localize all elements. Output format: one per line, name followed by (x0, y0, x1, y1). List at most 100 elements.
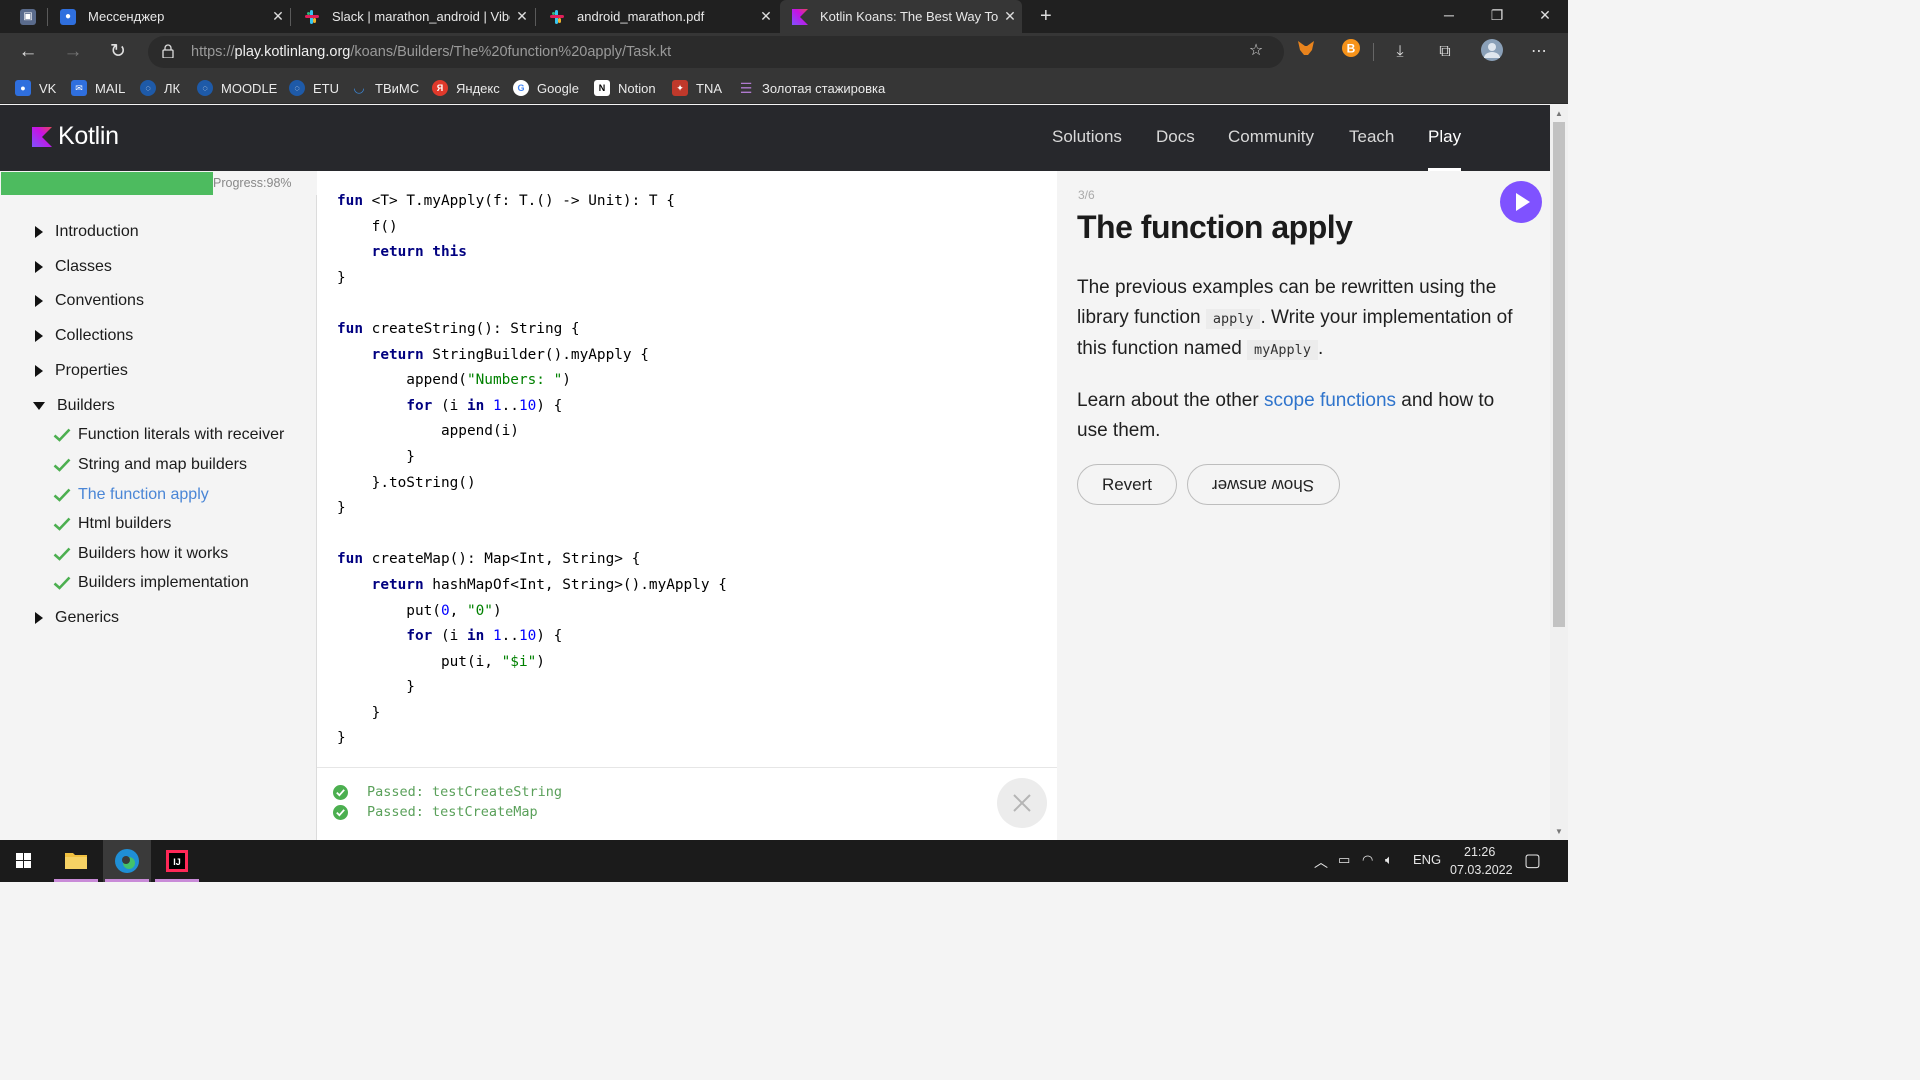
run-button[interactable] (1500, 181, 1542, 223)
checkmark-icon (53, 488, 71, 502)
bookmark-lk[interactable]: ◌ ЛК (140, 78, 180, 98)
back-button[interactable]: ← (12, 37, 44, 67)
task-string-and-map-builders[interactable]: String and map builders (53, 454, 247, 476)
task-html-builders[interactable]: Html builders (53, 513, 171, 535)
close-icon[interactable]: ✕ (510, 8, 534, 25)
tab-title: Мессенджер (88, 9, 165, 24)
clock-date[interactable]: 07.03.2022 (1450, 863, 1513, 877)
show-answer-button[interactable]: Show answer (1187, 464, 1340, 505)
tab-pdf[interactable]: android_marathon.pdf ✕ (537, 0, 778, 33)
scope-functions-link[interactable]: scope functions (1264, 390, 1396, 411)
section-properties[interactable]: Properties (33, 359, 128, 383)
language-indicator[interactable]: ENG (1413, 852, 1441, 867)
tab-messenger[interactable]: ● Мессенджер ✕ (48, 0, 290, 33)
task-builders-how-it-works[interactable]: Builders how it works (53, 543, 228, 565)
loading-ring-icon: ◡ (354, 80, 364, 95)
scroll-up-icon[interactable]: ▲ (1554, 109, 1564, 118)
task-builders-implementation[interactable]: Builders implementation (53, 572, 249, 594)
bookmark-tna[interactable]: ✦ TNA (672, 78, 722, 98)
task-function-literals-with-receiver[interactable]: Function literals with receiver (53, 424, 284, 446)
restore-button[interactable]: ❐ (1474, 0, 1520, 33)
bookmark-golden-internship[interactable]: ☰ Золотая стажировка (738, 78, 886, 98)
metamask-extension-icon[interactable] (1292, 38, 1320, 66)
taskbar-edge[interactable] (103, 840, 151, 882)
profile-avatar[interactable] (1478, 38, 1506, 66)
notion-icon: N (594, 80, 610, 96)
close-icon[interactable]: ✕ (998, 8, 1022, 25)
checkmark-icon (53, 547, 71, 561)
brand-name[interactable]: Kotlin (58, 122, 119, 151)
taskbar-file-explorer[interactable] (52, 840, 100, 882)
site-header: Kotlin Solutions Docs Community Teach Pl… (0, 105, 1550, 171)
checkmark-icon (53, 576, 71, 590)
new-tab-button[interactable]: + (1028, 0, 1058, 33)
nav-teach[interactable]: Teach (1349, 127, 1394, 147)
tab-vk[interactable]: ▣ (8, 0, 46, 33)
yandex-icon: Я (432, 80, 448, 96)
progress-fill (1, 172, 213, 195)
wifi-icon[interactable]: ◠ (1362, 852, 1373, 868)
add-favorite-icon[interactable]: ☆ (1242, 37, 1270, 65)
downloads-icon[interactable]: ⤓ (1386, 38, 1414, 66)
battery-icon[interactable]: ▭ (1338, 852, 1350, 868)
section-generics[interactable]: Generics (33, 606, 119, 630)
reload-button[interactable]: ↻ (102, 37, 134, 67)
code-text[interactable]: fun <T> T.myApply(f: T.() -> Unit): T { … (337, 189, 727, 752)
close-icon[interactable]: ✕ (754, 8, 778, 25)
task-paragraph-1: The previous examples can be rewritten u… (1077, 277, 1513, 360)
kotlin-icon (792, 8, 808, 25)
expand-icon (35, 261, 43, 273)
checkmark-icon (53, 428, 71, 442)
stripes-icon: ☰ (739, 79, 753, 96)
forward-button[interactable]: → (57, 37, 89, 67)
window-close-button[interactable]: ✕ (1522, 0, 1568, 33)
bookmark-notion[interactable]: N Notion (594, 78, 656, 98)
bookmark-yandex[interactable]: Я Яндекс (432, 78, 500, 98)
show-hidden-icons[interactable]: ︿ (1314, 852, 1328, 872)
minimize-button[interactable]: ─ (1426, 0, 1472, 33)
tab-kotlin-koans[interactable]: Kotlin Koans: The Best Way To Le ✕ (780, 0, 1022, 33)
section-introduction[interactable]: Introduction (33, 220, 139, 244)
taskbar-intellij[interactable]: IJ (153, 840, 201, 882)
scrollbar-thumb[interactable] (1553, 122, 1565, 627)
nav-solutions[interactable]: Solutions (1052, 127, 1122, 147)
tab-slack[interactable]: Slack | marathon_android | Vibel ✕ (292, 0, 534, 33)
more-menu-icon[interactable]: ⋯ (1525, 38, 1553, 66)
volume-icon[interactable]: 🔈︎ (1385, 852, 1393, 868)
section-collections[interactable]: Collections (33, 324, 133, 348)
clock-time[interactable]: 21:26 (1464, 845, 1495, 859)
nav-docs[interactable]: Docs (1156, 127, 1195, 147)
bookmark-tvims[interactable]: ◡ ТВиМС (351, 78, 419, 98)
kotlin-logo-icon[interactable] (32, 127, 52, 147)
checkmark-icon (53, 517, 71, 531)
checkmark-icon (53, 458, 71, 472)
section-builders[interactable]: Builders (33, 394, 115, 418)
bookmark-moodle[interactable]: ◌ MOODLE (197, 78, 277, 98)
page-scrollbar[interactable]: ▲ ▼ (1550, 105, 1568, 840)
scroll-down-icon[interactable]: ▼ (1554, 827, 1564, 836)
bookmark-vk[interactable]: ● VK (15, 78, 56, 98)
bookmark-etu[interactable]: ◌ ETU (289, 78, 339, 98)
progress-bar: Progress:98% (0, 171, 317, 195)
expand-icon (35, 330, 43, 342)
section-conventions[interactable]: Conventions (33, 289, 144, 313)
collections-icon[interactable]: ⧉ (1431, 38, 1459, 66)
address-bar[interactable]: https://play.kotlinlang.org/koans/Builde… (148, 36, 1284, 68)
test-result: Passed: testCreateMap (333, 804, 538, 820)
bookmark-mail[interactable]: ✉ MAIL (71, 78, 125, 98)
task-the-function-apply[interactable]: The function apply (53, 484, 209, 506)
close-icon[interactable]: ✕ (266, 8, 290, 25)
revert-button[interactable]: Revert (1077, 464, 1177, 505)
start-button[interactable] (0, 840, 48, 882)
nav-community[interactable]: Community (1228, 127, 1314, 147)
code-editor[interactable]: fun <T> T.myApply(f: T.() -> Unit): T { … (317, 171, 1057, 767)
bookmark-google[interactable]: G Google (513, 78, 579, 98)
section-classes[interactable]: Classes (33, 255, 112, 279)
close-console-button[interactable] (997, 778, 1047, 828)
success-icon (333, 784, 348, 800)
folder-icon (65, 853, 87, 869)
extension-b-icon[interactable]: B (1337, 38, 1365, 66)
nav-play[interactable]: Play (1428, 127, 1461, 147)
notifications-icon[interactable]: ▢ (1524, 850, 1541, 871)
code-apply: apply (1205, 308, 1261, 329)
